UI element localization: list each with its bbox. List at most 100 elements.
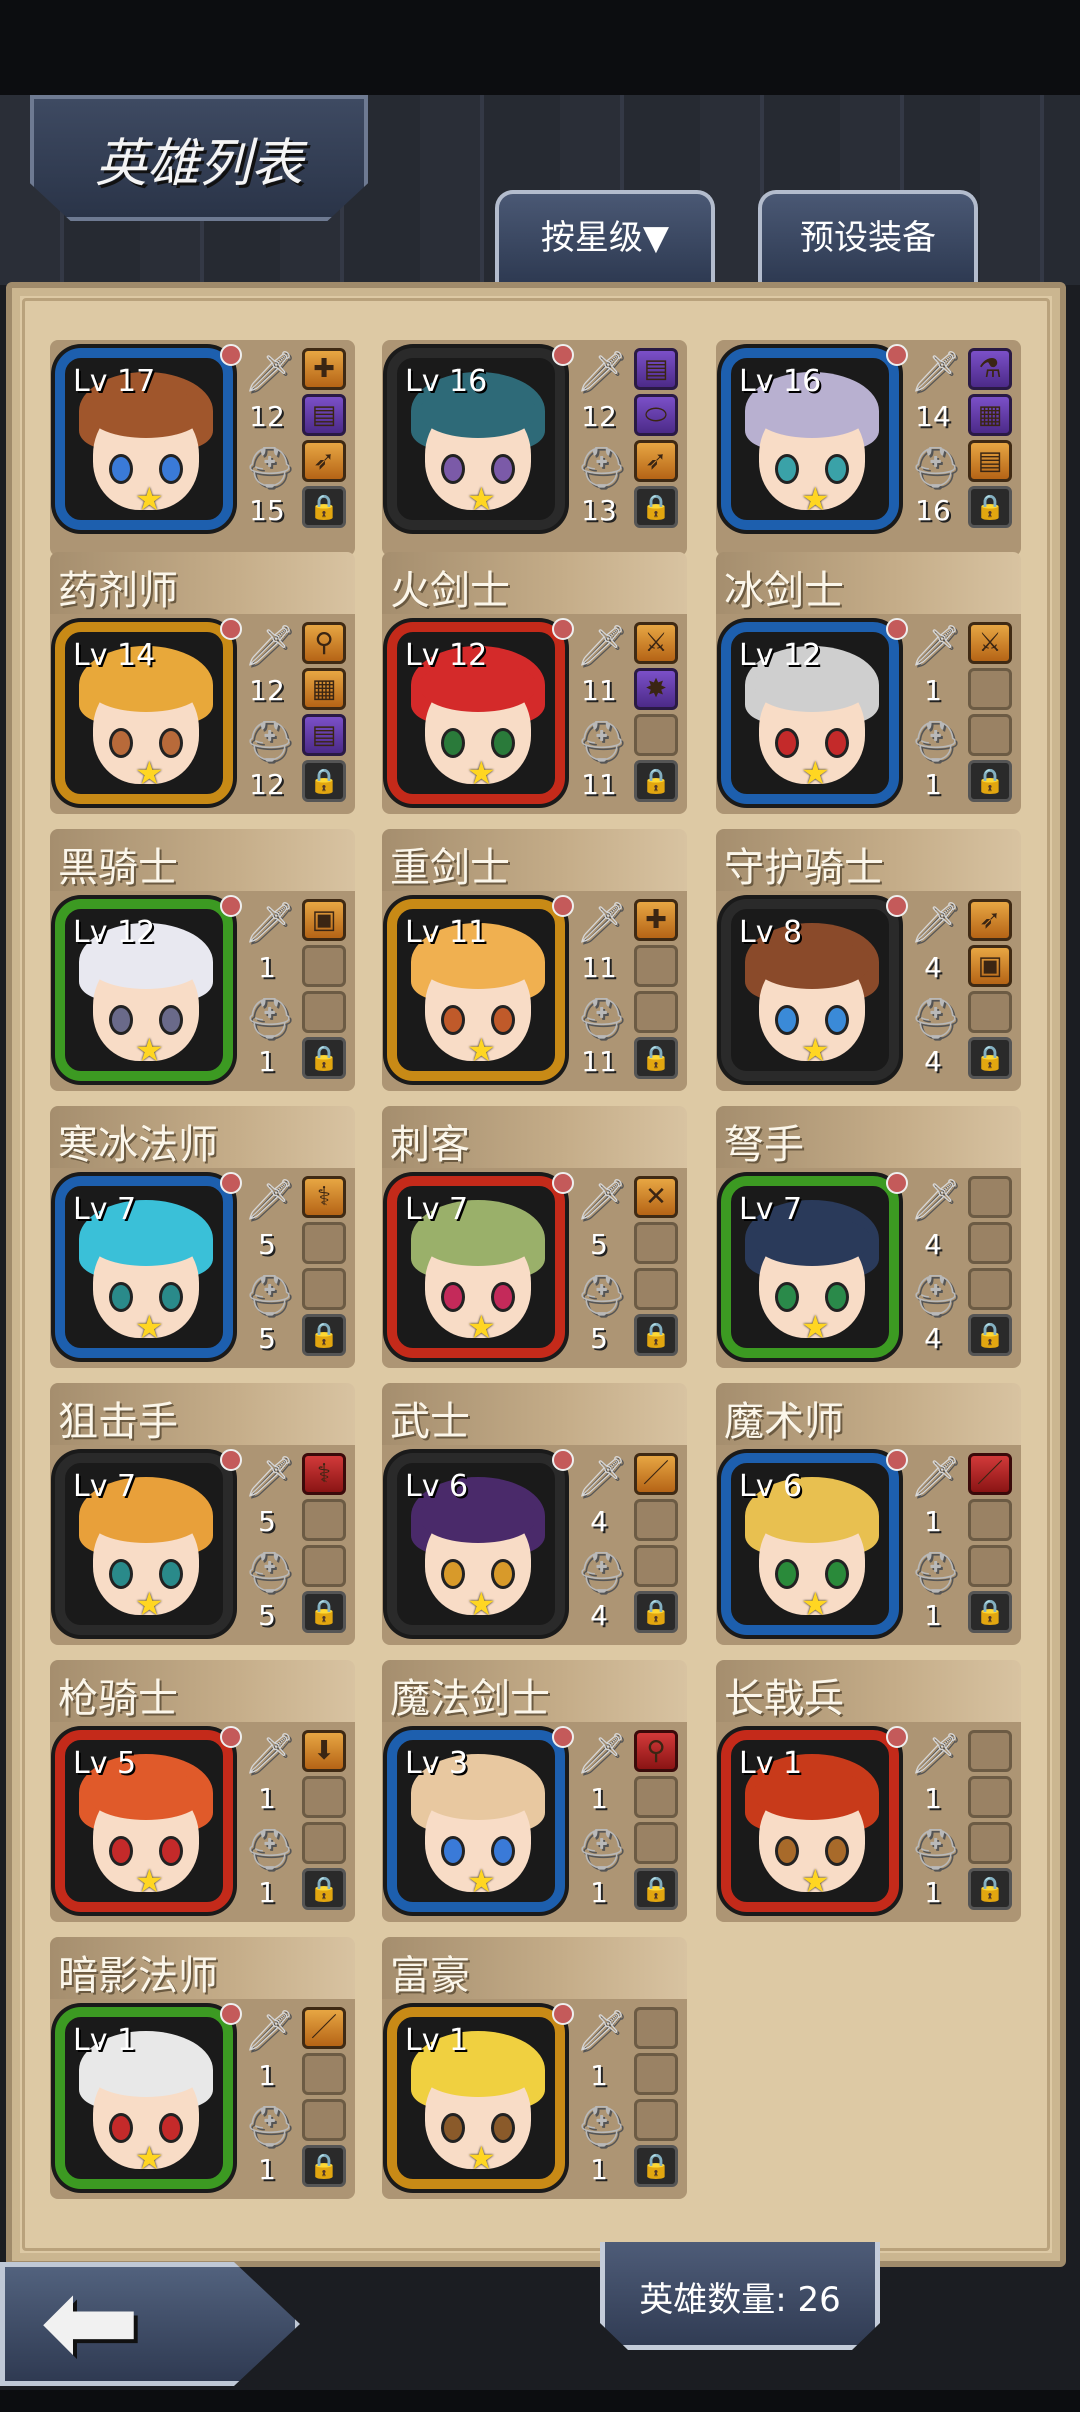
equipment-slot[interactable]: ⚲ — [634, 1730, 678, 1772]
empty-equipment-slot[interactable] — [634, 1499, 678, 1541]
hero-card[interactable]: 黑骑士 Lv 12 ★ 🗡 1 ⛑ 1 ▣ 🔒 — [50, 829, 355, 1091]
equipment-slot[interactable]: ／ — [634, 1453, 678, 1495]
hero-portrait[interactable]: Lv 1 ★ — [55, 2007, 233, 2189]
locked-slot[interactable]: 🔒 — [302, 1591, 346, 1633]
hero-portrait[interactable]: Lv 12 ★ — [55, 899, 233, 1081]
hero-portrait[interactable]: Lv 12 ★ — [721, 622, 899, 804]
hero-portrait[interactable]: Lv 1 ★ — [721, 1730, 899, 1912]
hero-portrait[interactable]: Lv 16 ★ — [721, 348, 899, 530]
empty-equipment-slot[interactable] — [302, 945, 346, 987]
hero-card[interactable]: 暗影法师 Lv 1 ★ 🗡 1 ⛑ 1 ／ 🔒 — [50, 1937, 355, 2199]
hero-portrait[interactable]: Lv 7 ★ — [55, 1453, 233, 1635]
hero-card[interactable]: 重剑士 Lv 11 ★ 🗡 11 ⛑ 11 ✚ 🔒 — [382, 829, 687, 1091]
equipment-slot[interactable]: ⚕ — [302, 1176, 346, 1218]
equipment-slot[interactable]: ▣ — [302, 899, 346, 941]
hero-card[interactable]: 武士 Lv 6 ★ 🗡 4 ⛑ 4 ／ 🔒 — [382, 1383, 687, 1645]
equipment-slot[interactable]: ⚔ — [968, 622, 1012, 664]
locked-slot[interactable]: 🔒 — [302, 760, 346, 802]
hero-card[interactable]: 刺客 Lv 7 ★ 🗡 5 ⛑ 5 ✕ 🔒 — [382, 1106, 687, 1368]
sort-by-star-button[interactable]: 按星级▼ — [495, 190, 715, 282]
equipment-slot[interactable]: ⚔ — [634, 622, 678, 664]
hero-portrait[interactable]: Lv 7 ★ — [387, 1176, 565, 1358]
empty-equipment-slot[interactable] — [634, 1822, 678, 1864]
locked-slot[interactable]: 🔒 — [968, 760, 1012, 802]
locked-slot[interactable]: 🔒 — [302, 2145, 346, 2187]
locked-slot[interactable]: 🔒 — [302, 1037, 346, 1079]
empty-equipment-slot[interactable] — [968, 1545, 1012, 1587]
equipment-slot[interactable]: ⬇ — [302, 1730, 346, 1772]
empty-equipment-slot[interactable] — [302, 2099, 346, 2141]
equipment-slot[interactable]: ⚕ — [302, 1453, 346, 1495]
empty-equipment-slot[interactable] — [302, 991, 346, 1033]
hero-card[interactable]: 狙击手 Lv 7 ★ 🗡 5 ⛑ 5 ⚕ 🔒 — [50, 1383, 355, 1645]
hero-card[interactable]: Lv 16 ★ 🗡 12 ⛑ 13 ▤ ⬭ ➶ 🔒 — [382, 340, 687, 556]
equipment-slot[interactable]: ／ — [968, 1453, 1012, 1495]
equipment-slot[interactable]: ▤ — [968, 440, 1012, 482]
equipment-slot[interactable]: ✚ — [634, 899, 678, 941]
locked-slot[interactable]: 🔒 — [634, 2145, 678, 2187]
locked-slot[interactable]: 🔒 — [634, 1314, 678, 1356]
hero-portrait[interactable]: Lv 6 ★ — [721, 1453, 899, 1635]
empty-equipment-slot[interactable] — [634, 1545, 678, 1587]
locked-slot[interactable]: 🔒 — [968, 1037, 1012, 1079]
locked-slot[interactable]: 🔒 — [968, 1314, 1012, 1356]
hero-portrait[interactable]: Lv 3 ★ — [387, 1730, 565, 1912]
equipment-slot[interactable]: ▤ — [302, 714, 346, 756]
equipment-slot[interactable]: ⚲ — [302, 622, 346, 664]
empty-equipment-slot[interactable] — [968, 1776, 1012, 1818]
empty-equipment-slot[interactable] — [302, 2053, 346, 2095]
locked-slot[interactable]: 🔒 — [968, 1868, 1012, 1910]
hero-portrait[interactable]: Lv 14 ★ — [55, 622, 233, 804]
empty-equipment-slot[interactable] — [968, 1822, 1012, 1864]
hero-card[interactable]: Lv 17 ★ 🗡 12 ⛑ 15 ✚ ▤ ➶ 🔒 — [50, 340, 355, 556]
hero-portrait[interactable]: Lv 17 ★ — [55, 348, 233, 530]
hero-portrait[interactable]: Lv 5 ★ — [55, 1730, 233, 1912]
locked-slot[interactable]: 🔒 — [302, 1868, 346, 1910]
empty-equipment-slot[interactable] — [302, 1545, 346, 1587]
hero-card[interactable]: 长戟兵 Lv 1 ★ 🗡 1 ⛑ 1 🔒 — [716, 1660, 1021, 1922]
empty-equipment-slot[interactable] — [968, 714, 1012, 756]
locked-slot[interactable]: 🔒 — [634, 486, 678, 528]
hero-portrait[interactable]: Lv 11 ★ — [387, 899, 565, 1081]
empty-equipment-slot[interactable] — [634, 1776, 678, 1818]
empty-equipment-slot[interactable] — [968, 1268, 1012, 1310]
empty-equipment-slot[interactable] — [968, 668, 1012, 710]
equipment-slot[interactable]: ▤ — [302, 394, 346, 436]
hero-card[interactable]: 富豪 Lv 1 ★ 🗡 1 ⛑ 1 🔒 — [382, 1937, 687, 2199]
back-arrow-icon[interactable]: ⬅ — [40, 2258, 141, 2388]
empty-equipment-slot[interactable] — [634, 1268, 678, 1310]
locked-slot[interactable]: 🔒 — [302, 486, 346, 528]
empty-equipment-slot[interactable] — [968, 991, 1012, 1033]
empty-equipment-slot[interactable] — [302, 1268, 346, 1310]
empty-equipment-slot[interactable] — [634, 2053, 678, 2095]
empty-equipment-slot[interactable] — [968, 1222, 1012, 1264]
hero-portrait[interactable]: Lv 1 ★ — [387, 2007, 565, 2189]
equipment-slot[interactable]: ／ — [302, 2007, 346, 2049]
equipment-slot[interactable]: ✸ — [634, 668, 678, 710]
empty-equipment-slot[interactable] — [302, 1776, 346, 1818]
equipment-slot[interactable]: ⬭ — [634, 394, 678, 436]
hero-portrait[interactable]: Lv 16 ★ — [387, 348, 565, 530]
empty-equipment-slot[interactable] — [968, 1499, 1012, 1541]
locked-slot[interactable]: 🔒 — [634, 1868, 678, 1910]
hero-card[interactable]: 冰剑士 Lv 12 ★ 🗡 1 ⛑ 1 ⚔ 🔒 — [716, 552, 1021, 814]
equipment-slot[interactable]: ➶ — [634, 440, 678, 482]
empty-equipment-slot[interactable] — [302, 1499, 346, 1541]
empty-equipment-slot[interactable] — [634, 1222, 678, 1264]
locked-slot[interactable]: 🔒 — [634, 760, 678, 802]
empty-equipment-slot[interactable] — [968, 1176, 1012, 1218]
hero-card[interactable]: Lv 16 ★ 🗡 14 ⛑ 16 ⚗ ▦ ▤ 🔒 — [716, 340, 1021, 556]
hero-card[interactable]: 魔术师 Lv 6 ★ 🗡 1 ⛑ 1 ／ 🔒 — [716, 1383, 1021, 1645]
equipment-slot[interactable]: ▤ — [634, 348, 678, 390]
hero-portrait[interactable]: Lv 6 ★ — [387, 1453, 565, 1635]
empty-equipment-slot[interactable] — [968, 1730, 1012, 1772]
empty-equipment-slot[interactable] — [634, 714, 678, 756]
hero-card[interactable]: 药剂师 Lv 14 ★ 🗡 12 ⛑ 12 ⚲ ▦ ▤ 🔒 — [50, 552, 355, 814]
equipment-slot[interactable]: ➶ — [302, 440, 346, 482]
locked-slot[interactable]: 🔒 — [302, 1314, 346, 1356]
hero-card[interactable]: 魔法剑士 Lv 3 ★ 🗡 1 ⛑ 1 ⚲ 🔒 — [382, 1660, 687, 1922]
hero-card[interactable]: 弩手 Lv 7 ★ 🗡 4 ⛑ 4 🔒 — [716, 1106, 1021, 1368]
hero-portrait[interactable]: Lv 8 ★ — [721, 899, 899, 1081]
hero-card[interactable]: 火剑士 Lv 12 ★ 🗡 11 ⛑ 11 ⚔ ✸ 🔒 — [382, 552, 687, 814]
equipment-slot[interactable]: ⚗ — [968, 348, 1012, 390]
